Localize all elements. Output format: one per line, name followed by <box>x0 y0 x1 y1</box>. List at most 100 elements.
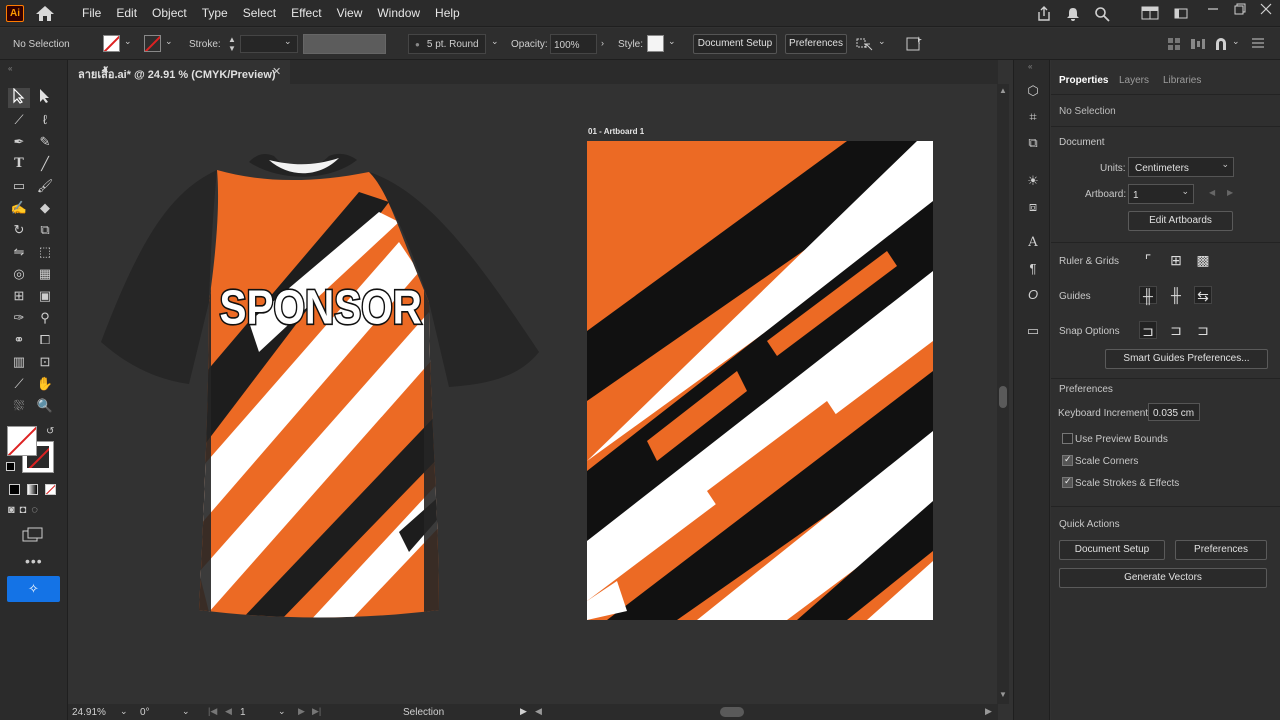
edit-artboards-button[interactable]: Edit Artboards <box>1128 211 1233 231</box>
line-segment-tool-icon[interactable]: ╱ <box>34 154 56 174</box>
fill-dropdown-icon[interactable]: ⌄ <box>124 36 132 47</box>
brush-definition[interactable]: ● 5 pt. Round <box>408 34 486 54</box>
none-mode-icon[interactable] <box>45 484 56 495</box>
window-minimize-icon[interactable] <box>1206 2 1220 19</box>
paintbrush-tool-icon[interactable]: 🖌 <box>34 176 56 196</box>
zoom-level[interactable]: 24.91% <box>72 707 106 718</box>
edit-toolbar-icon[interactable]: ••• <box>25 553 43 569</box>
dock-collapse-icon[interactable]: « <box>1028 62 1032 71</box>
home-icon[interactable] <box>35 5 55 22</box>
rectangle-tool-icon[interactable]: ▭ <box>8 176 30 196</box>
zoom-dropdown-icon[interactable]: ⌄ <box>120 706 128 717</box>
appearance-icon[interactable]: ☀ <box>1024 172 1042 190</box>
horizontal-scroll-thumb[interactable] <box>720 707 744 717</box>
gradient-panel-icon[interactable]: ▭ <box>1024 322 1042 340</box>
symbol-sprayer-tool-icon[interactable]: ⛆ <box>8 396 30 416</box>
style-dropdown-icon[interactable]: ⌄ <box>668 36 676 47</box>
rotate-tool-icon[interactable]: ↻ <box>8 220 30 240</box>
search-icon[interactable] <box>1094 6 1110 25</box>
pen-tool-icon[interactable]: ✒ <box>8 132 30 152</box>
grid-icon[interactable]: ⊞ <box>1167 251 1185 269</box>
rotation-dropdown-icon[interactable]: ⌄ <box>182 706 190 717</box>
opacity-arrow-icon[interactable]: › <box>601 38 604 48</box>
gradient-tool-icon[interactable]: ▣ <box>34 286 56 306</box>
eraser-tool-icon[interactable]: ◆ <box>34 198 56 218</box>
character-icon[interactable]: A <box>1024 234 1042 252</box>
menu-file[interactable]: File <box>82 6 101 20</box>
scroll-down-icon[interactable]: ▼ <box>999 690 1007 699</box>
shape-builder-tool-icon[interactable]: ◎ <box>8 264 30 284</box>
magnet-snap-icon[interactable] <box>1213 36 1229 55</box>
menu-edit[interactable]: Edit <box>116 6 137 20</box>
gradient-mode-icon[interactable] <box>27 484 38 495</box>
free-transform-tool-icon[interactable]: ⬚ <box>34 242 56 262</box>
use-preview-bounds-checkbox[interactable] <box>1062 433 1073 444</box>
artboard[interactable] <box>587 141 933 620</box>
slice-tool-icon[interactable]: ⟋ <box>8 374 30 394</box>
close-document-icon[interactable]: ✕ <box>272 65 281 78</box>
blend-tool-icon[interactable]: ⚭ <box>8 330 30 350</box>
show-guides-icon[interactable]: ╫ <box>1139 286 1157 304</box>
live-paint-tool-icon[interactable]: ⧠ <box>34 330 56 350</box>
menu-effect[interactable]: Effect <box>291 6 321 20</box>
direct-selection-tool-icon[interactable] <box>34 88 56 108</box>
hand-tool-icon[interactable]: ✋ <box>34 374 56 394</box>
artboard-label[interactable]: 01 - Artboard 1 <box>588 127 644 136</box>
align-icon[interactable] <box>1167 37 1181 54</box>
artboard-next-icon[interactable]: ▶ <box>1227 188 1233 197</box>
window-restore-icon[interactable] <box>1233 2 1247 19</box>
lasso-tool-icon[interactable]: ℓ <box>34 110 56 130</box>
type-tool-icon[interactable]: T <box>8 154 30 174</box>
fill-color-box[interactable] <box>7 426 37 456</box>
scale-strokes-checkbox[interactable] <box>1062 476 1073 488</box>
menu-window[interactable]: Window <box>377 6 420 20</box>
lock-guides-icon[interactable]: ╫ <box>1167 286 1185 304</box>
smart-guides-icon[interactable]: ⇆ <box>1194 286 1212 304</box>
fill-swatch[interactable] <box>103 35 120 52</box>
stroke-stepper[interactable]: ▲ ▼ <box>226 35 238 53</box>
generate-vectors-button[interactable]: Generate Vectors <box>1059 568 1267 588</box>
snap-to-glyph-icon[interactable]: ⊐ <box>1194 321 1212 339</box>
stroke-weight-dropdown-icon[interactable]: ⌄ <box>284 36 292 47</box>
artboard-tool-icon[interactable]: ⊡ <box>34 352 56 372</box>
scroll-right-icon[interactable]: ▶ <box>985 706 992 717</box>
snap-to-point-icon[interactable]: ⊐ <box>1139 321 1157 339</box>
tab-properties[interactable]: Properties <box>1059 75 1108 86</box>
smart-guides-preferences-button[interactable]: Smart Guides Preferences... <box>1105 349 1268 369</box>
rotation-value[interactable]: 0° <box>140 707 150 718</box>
artboard-prev-icon[interactable]: ◀ <box>1209 188 1215 197</box>
next-artboard-icon[interactable]: ▶ <box>298 706 305 717</box>
keyboard-increment-input[interactable]: 0.035 cm <box>1148 403 1200 421</box>
transform-icon[interactable] <box>856 36 874 55</box>
window-close-icon[interactable] <box>1259 2 1273 19</box>
menu-view[interactable]: View <box>337 6 363 20</box>
artboard-dropdown-icon[interactable]: ⌄ <box>278 706 286 717</box>
first-artboard-icon[interactable]: |◀ <box>208 706 217 717</box>
notification-icon[interactable] <box>1065 6 1081 25</box>
arrange-documents-icon[interactable] <box>1141 6 1159 23</box>
draw-inside-icon[interactable]: ◌ <box>31 504 38 520</box>
width-tool-icon[interactable]: ⇋ <box>8 242 30 262</box>
transform-dropdown-icon[interactable]: ⌄ <box>878 36 886 47</box>
shaper-tool-icon[interactable]: ✍ <box>8 198 30 218</box>
variable-width-profile[interactable] <box>303 34 386 54</box>
scale-corners-checkbox[interactable] <box>1062 454 1073 466</box>
snap-dropdown-icon[interactable]: ⌄ <box>1232 36 1240 47</box>
last-artboard-icon[interactable]: ▶| <box>312 706 321 717</box>
graphic-style-swatch[interactable] <box>647 35 664 52</box>
menu-select[interactable]: Select <box>243 6 276 20</box>
paragraph-icon[interactable]: ¶ <box>1024 260 1042 278</box>
units-select[interactable]: Centimeters ⌄ <box>1128 157 1234 177</box>
status-menu-icon[interactable]: ▶ <box>520 706 527 717</box>
default-colors-icon[interactable] <box>6 462 15 471</box>
scroll-left-icon[interactable]: ◀ <box>535 706 542 717</box>
scroll-up-icon[interactable]: ▲ <box>999 86 1007 95</box>
eyedropper-tool-icon[interactable]: ✑ <box>8 308 30 328</box>
curvature-tool-icon[interactable]: ✎ <box>34 132 56 152</box>
opentype-icon[interactable]: O <box>1024 286 1042 304</box>
scale-tool-icon[interactable]: ⧉ <box>34 220 56 240</box>
menu-help[interactable]: Help <box>435 6 460 20</box>
perspective-grid-tool-icon[interactable]: ▦ <box>34 264 56 284</box>
distribute-icon[interactable] <box>1190 37 1206 54</box>
selection-tool-icon[interactable] <box>8 87 30 108</box>
